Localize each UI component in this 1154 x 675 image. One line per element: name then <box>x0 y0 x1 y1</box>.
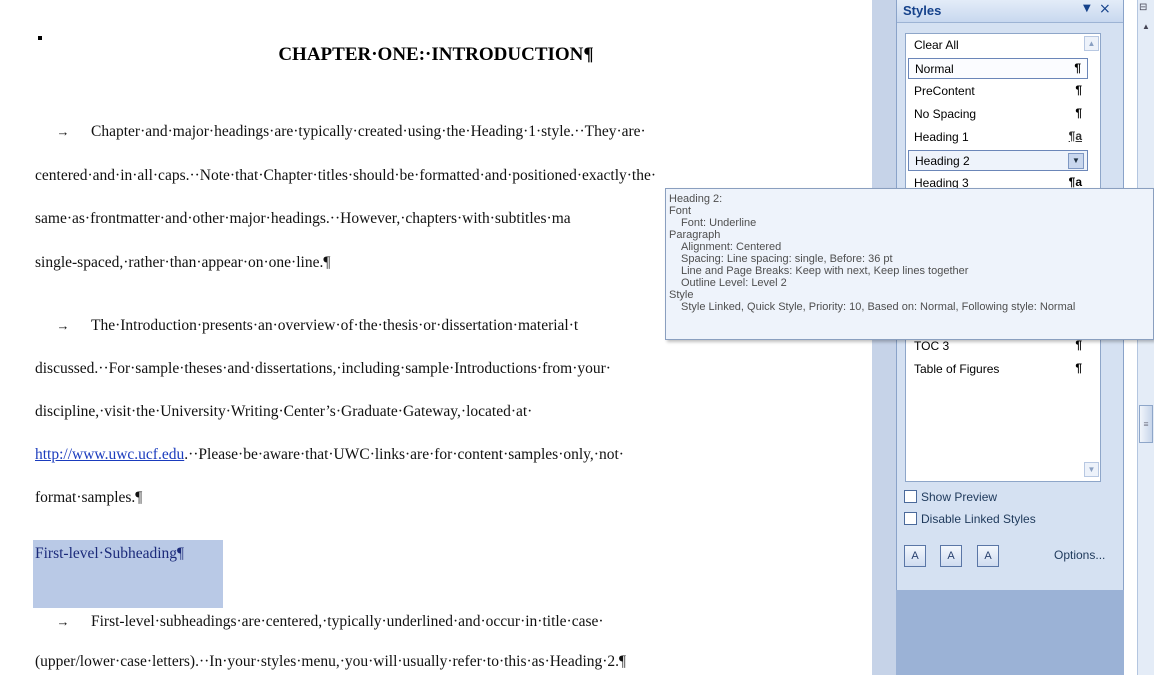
style-item-precontent[interactable]: PreContent ¶ <box>908 81 1088 102</box>
tooltip-outline: Outline Level: Level 2 <box>681 277 787 289</box>
disable-linked-styles-checkbox[interactable]: Disable Linked Styles <box>904 512 1036 526</box>
show-preview-checkbox[interactable]: Show Preview <box>904 490 997 504</box>
linked-style-icon: ¶a <box>1068 175 1082 189</box>
style-inspector-icon[interactable]: A <box>940 545 962 567</box>
paragraph-1-line-1: → Chapter·and·major·headings·are·typicall… <box>35 123 646 141</box>
paragraph-3-line-1: → First-level·subheadings·are·centered,·t… <box>35 613 604 631</box>
style-item-no-spacing[interactable]: No Spacing ¶ <box>908 104 1088 125</box>
pane-menu-icon[interactable]: ▼ <box>1083 3 1091 14</box>
split-handle-icon[interactable]: ⊟ <box>1139 2 1153 16</box>
paragraph-1-line-3: same·as·frontmatter·and·other·major·head… <box>35 210 571 227</box>
insertion-mark <box>38 36 42 40</box>
tooltip-style-value: Style Linked, Quick Style, Priority: 10,… <box>681 301 1076 313</box>
styles-pane-footer <box>896 590 1124 675</box>
tooltip-spacing: Spacing: Line spacing: single, Before: 3… <box>681 253 893 265</box>
style-item-heading-1[interactable]: Heading 1 ¶a <box>908 127 1088 148</box>
checkbox-icon[interactable] <box>904 512 917 525</box>
style-item-clear-all[interactable]: Clear All <box>908 35 1088 56</box>
manage-styles-icon[interactable]: A <box>977 545 999 567</box>
paragraph-3-line-2: (upper/lower·case·letters).··In·your·sty… <box>35 653 627 670</box>
paragraph-2-line-1: → The·Introduction·presents·an·overview·o… <box>35 317 579 335</box>
tab-arrow-icon: → <box>56 318 70 333</box>
scroll-down-arrow-icon[interactable]: ▼ <box>1084 462 1099 477</box>
tooltip-alignment: Alignment: Centered <box>681 241 782 253</box>
paragraph-mark-icon: ¶ <box>1075 106 1082 120</box>
style-description-tooltip: Heading 2: Font Font: Underline Paragrap… <box>665 188 1154 340</box>
new-style-icon[interactable]: A <box>904 545 926 567</box>
tooltip-style-label: Style <box>669 289 694 301</box>
first-level-subheading[interactable]: First-level·Subheading¶ <box>35 545 184 563</box>
tab-arrow-icon: → <box>56 614 70 629</box>
paragraph-2-line-3: discipline,·visit·the·University·Writing… <box>35 403 533 420</box>
paragraph-mark-icon: ¶ <box>1074 61 1081 75</box>
close-icon[interactable]: × <box>1099 1 1111 17</box>
paragraph-1-line-2: centered·and·in·all·caps.··Note·that·Cha… <box>35 167 657 184</box>
tooltip-breaks: Line and Page Breaks: Keep with next, Ke… <box>681 265 969 277</box>
paragraph-2-line-5: format·samples.¶ <box>35 489 143 506</box>
tooltip-font-value: Font: Underline <box>681 217 757 229</box>
paragraph-mark-icon: ¶ <box>1075 361 1082 375</box>
scroll-up-arrow-icon[interactable]: ▲ <box>1084 36 1099 51</box>
chevron-down-icon[interactable]: ▼ <box>1068 153 1084 169</box>
paragraph-2-line-2: discussed.··For·sample·theses·and·disser… <box>35 360 611 377</box>
paragraph-1-line-4: single-spaced,·rather·than·appear·on·one… <box>35 254 331 271</box>
checkbox-icon[interactable] <box>904 490 917 503</box>
scroll-up-arrow-icon[interactable]: ▲ <box>1140 22 1152 34</box>
uwc-link[interactable]: http://www.uwc.ucf.edu <box>35 446 184 463</box>
styles-pane-title: Styles <box>903 3 942 18</box>
paragraph-mark-icon: ¶ <box>1075 338 1082 352</box>
tooltip-font-label: Font <box>669 205 692 217</box>
paragraph-2-line-4: http://www.uwc.ucf.edu.··Please·be·aware… <box>35 446 624 463</box>
tab-arrow-icon: → <box>56 124 70 139</box>
style-item-table-of-figures[interactable]: Table of Figures ¶ <box>908 359 1088 380</box>
tooltip-paragraph-label: Paragraph <box>669 229 721 241</box>
options-link[interactable]: Options... <box>1054 548 1105 562</box>
style-item-normal[interactable]: Normal ¶ <box>908 58 1088 79</box>
styles-pane-header: Styles ▼ × <box>897 0 1123 23</box>
scrollbar-thumb[interactable]: ≡ <box>1139 405 1153 443</box>
paragraph-mark-icon: ¶ <box>1075 83 1082 97</box>
tooltip-header: Heading 2: <box>669 193 723 205</box>
style-item-heading-2[interactable]: Heading 2 ▼ <box>908 150 1088 171</box>
chapter-title: CHAPTER·ONE:·INTRODUCTION¶ <box>278 44 594 65</box>
linked-style-icon: ¶a <box>1068 129 1082 143</box>
